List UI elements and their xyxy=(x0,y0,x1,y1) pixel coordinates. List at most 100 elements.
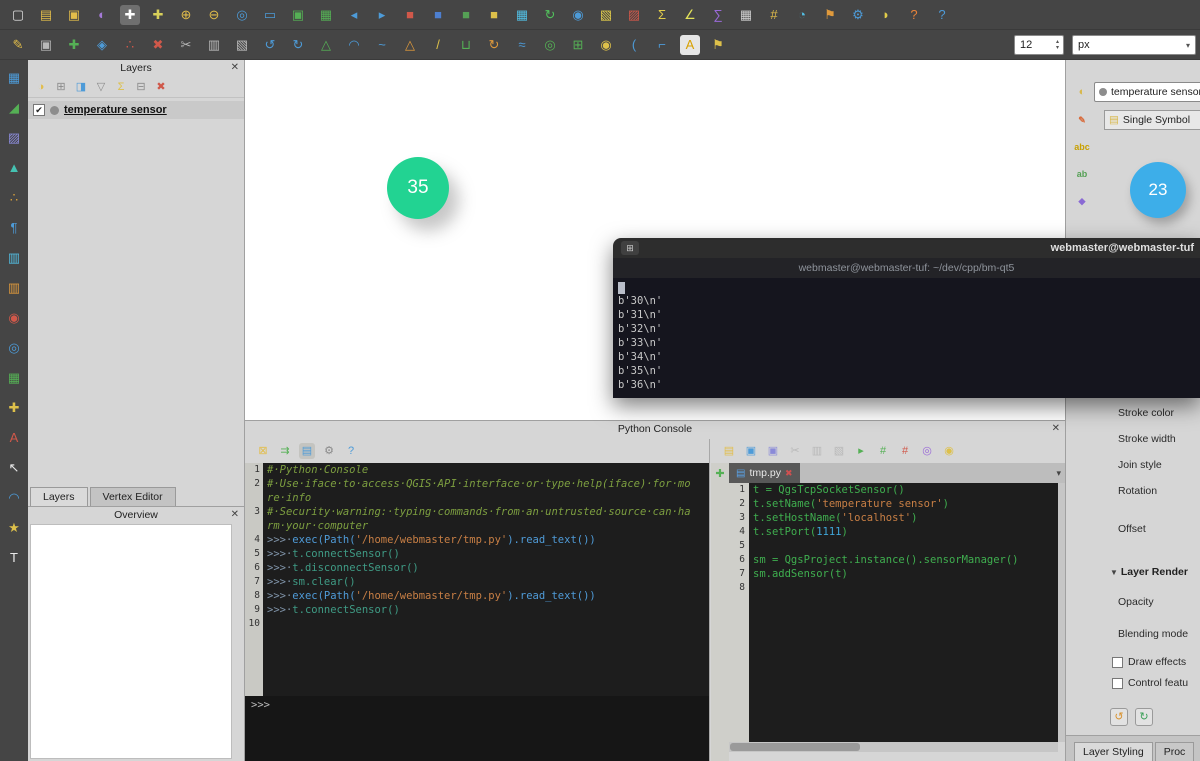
filter-by-expression-icon[interactable]: Σ xyxy=(113,79,129,95)
python-console-icon[interactable]: ◗ xyxy=(876,5,896,25)
unit-combo[interactable]: px ▾ xyxy=(1072,35,1196,55)
show-editor-icon[interactable]: ▤ xyxy=(299,443,315,459)
zoom-next-icon[interactable]: ▸ xyxy=(372,5,392,25)
zoom-full-icon[interactable]: ▭ xyxy=(260,5,280,25)
console-output[interactable]: 1#·Python·Console2#·Use·iface·to·access·… xyxy=(245,463,709,696)
move-feature-icon[interactable]: ◈ xyxy=(92,35,112,55)
control-feature-order-checkbox[interactable] xyxy=(1112,678,1123,689)
identify-features-icon[interactable]: ◉ xyxy=(568,5,588,25)
data-source-manager-icon[interactable]: ▦ xyxy=(4,68,24,88)
run-script-icon[interactable]: ▸ xyxy=(853,443,869,459)
close-icon[interactable]: ✕ xyxy=(1052,421,1060,437)
stream-digitize-icon[interactable]: ~ xyxy=(372,35,392,55)
overview-map-area[interactable] xyxy=(30,524,232,759)
label-pin-icon[interactable]: ⚑ xyxy=(708,35,728,55)
layer-rendering-group[interactable]: ▼ Layer Render xyxy=(1110,566,1188,578)
font-size-spinner[interactable]: ▴▾ xyxy=(1056,39,1063,51)
renderer-combo[interactable]: ▤ Single Symbol xyxy=(1104,110,1200,130)
layer-visibility-checkbox[interactable]: ✔ xyxy=(33,104,45,116)
log-messages-icon[interactable]: ⚑ xyxy=(820,5,840,25)
object-inspector-icon[interactable]: ◎ xyxy=(919,443,935,459)
add-database-layer-icon[interactable]: ▥ xyxy=(4,248,24,268)
zoom-out-icon[interactable]: ⊖ xyxy=(204,5,224,25)
undo-icon[interactable]: ↺ xyxy=(260,35,280,55)
new-layer-icon[interactable]: ✚ xyxy=(4,398,24,418)
add-wms-icon[interactable]: ◉ xyxy=(4,308,24,328)
layer-name[interactable]: temperature sensor xyxy=(64,104,167,116)
callouts-icon[interactable]: ab xyxy=(1072,164,1092,184)
manage-map-themes-icon[interactable]: ◨ xyxy=(73,79,89,95)
map-theme-yellow-icon[interactable]: ■ xyxy=(484,5,504,25)
simplify-feature-icon[interactable]: ≈ xyxy=(512,35,532,55)
paste-features-icon[interactable]: ▧ xyxy=(232,35,252,55)
symbology-settings-icon[interactable]: ◐ xyxy=(1074,84,1090,100)
rotate-feature-icon[interactable]: ↻ xyxy=(484,35,504,55)
console-options-icon[interactable]: ⚙ xyxy=(321,443,337,459)
refresh-map-icon[interactable]: ↻ xyxy=(540,5,560,25)
terminal-output[interactable]: b'30\n'b'31\n'b'32\n'b'33\n'b'34\n'b'35\… xyxy=(613,278,1200,398)
map-theme-green-icon[interactable]: ■ xyxy=(456,5,476,25)
tab-tmp-py[interactable]: ▤ tmp.py ✖ xyxy=(729,463,800,483)
add-ring-icon[interactable]: ◎ xyxy=(540,35,560,55)
symbology-icon[interactable]: ✎ xyxy=(1072,110,1092,130)
save-script-icon[interactable]: ▣ xyxy=(743,443,759,459)
delete-selected-icon[interactable]: ✖ xyxy=(148,35,168,55)
open-script-icon[interactable]: ▤ xyxy=(721,443,737,459)
vertex-tool-icon[interactable]: ∴ xyxy=(120,35,140,55)
temporal-controller-icon[interactable]: ◔ xyxy=(792,5,812,25)
select-by-expression-icon[interactable]: Σ xyxy=(652,5,672,25)
label-highlight-icon[interactable]: A xyxy=(680,35,700,55)
tab-layers[interactable]: Layers xyxy=(30,487,88,506)
editor-horizontal-scrollbar[interactable] xyxy=(729,742,1058,752)
digitize-curve-icon[interactable]: ◠ xyxy=(344,35,364,55)
zoom-in-icon[interactable]: ⊕ xyxy=(176,5,196,25)
zoom-selection-icon[interactable]: ▣ xyxy=(288,5,308,25)
open-styling-dock-icon[interactable]: ◑ xyxy=(33,79,49,95)
cut-features-icon[interactable]: ✂ xyxy=(176,35,196,55)
run-command-icon[interactable]: ⇉ xyxy=(277,443,293,459)
copy-features-icon[interactable]: ▥ xyxy=(204,35,224,55)
paste-icon[interactable]: ▧ xyxy=(831,443,847,459)
offset-curve-icon[interactable]: ( xyxy=(624,35,644,55)
zoom-last-icon[interactable]: ◂ xyxy=(344,5,364,25)
map-theme-blue-icon[interactable]: ■ xyxy=(428,5,448,25)
tab-list-chevron-icon[interactable]: ▾ xyxy=(1056,463,1061,483)
add-spatialite-icon[interactable]: ▥ xyxy=(4,278,24,298)
pan-map-icon[interactable]: ✚ xyxy=(120,5,140,25)
digitize-polygon-icon[interactable]: △ xyxy=(316,35,336,55)
styling-layer-combo[interactable]: temperature sensor xyxy=(1094,82,1200,102)
console-input[interactable]: >>> xyxy=(245,696,709,761)
find-text-icon[interactable]: ◉ xyxy=(941,443,957,459)
attribute-table-icon[interactable]: ▦ xyxy=(736,5,756,25)
reshape-icon[interactable]: △ xyxy=(400,35,420,55)
style-manager-icon[interactable]: ◐ xyxy=(92,5,112,25)
fill-ring-icon[interactable]: ◉ xyxy=(596,35,616,55)
statistics-icon[interactable]: ∑ xyxy=(708,5,728,25)
tab-close-icon[interactable]: ✖ xyxy=(785,468,793,479)
add-mesh-layer-icon[interactable]: ▲ xyxy=(4,158,24,178)
draw-effects-checkbox[interactable] xyxy=(1112,657,1123,668)
tab-processing[interactable]: Proc xyxy=(1155,742,1195,761)
terminal-new-tab-button[interactable]: ⊞ xyxy=(621,241,639,255)
tab-layer-styling[interactable]: Layer Styling xyxy=(1074,742,1153,761)
editor-vertical-scrollbar[interactable] xyxy=(1058,483,1065,742)
trim-extend-icon[interactable]: ⌐ xyxy=(652,35,672,55)
uncomment-icon[interactable]: # xyxy=(897,443,913,459)
add-vector-layer-icon[interactable]: ◢ xyxy=(4,98,24,118)
annotation-icon[interactable]: A xyxy=(4,428,24,448)
zoom-native-icon[interactable]: ◎ xyxy=(232,5,252,25)
field-calculator-icon[interactable]: # xyxy=(764,5,784,25)
favorites-icon[interactable]: ★ xyxy=(4,518,24,538)
terminal-header[interactable]: ⊞ webmaster@webmaster-tuf xyxy=(613,238,1200,258)
merge-features-icon[interactable]: ⊔ xyxy=(456,35,476,55)
project-open-icon[interactable]: ▤ xyxy=(36,5,56,25)
polyline-annotation-icon[interactable]: ◠ xyxy=(4,488,24,508)
labels-icon[interactable]: abc xyxy=(1072,137,1092,157)
clear-console-icon[interactable]: ⊠ xyxy=(255,443,271,459)
filter-legend-icon[interactable]: ▽ xyxy=(93,79,109,95)
split-features-icon[interactable]: / xyxy=(428,35,448,55)
remove-layer-icon[interactable]: ✖ xyxy=(153,79,169,95)
zoom-layer-icon[interactable]: ▦ xyxy=(316,5,336,25)
add-xyz-icon[interactable]: ▦ xyxy=(4,368,24,388)
select-features-icon[interactable]: ▧ xyxy=(596,5,616,25)
